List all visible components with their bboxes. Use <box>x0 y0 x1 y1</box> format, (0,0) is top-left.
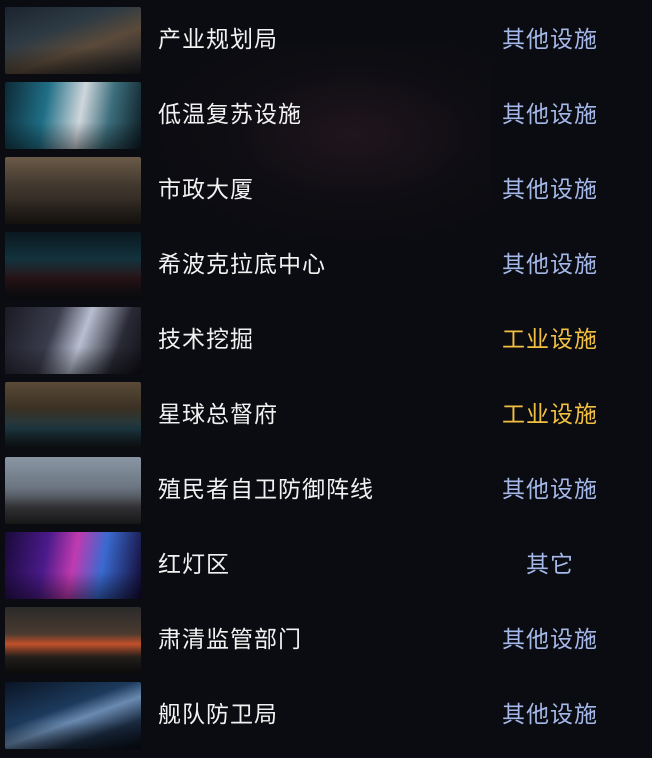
building-name: 舰队防卫局 <box>158 702 278 728</box>
list-item[interactable]: 产业规划局 其他设施 <box>0 3 652 78</box>
building-thumbnail <box>5 307 141 374</box>
building-category: 工业设施 <box>502 402 598 428</box>
building-thumbnail <box>5 82 141 149</box>
building-thumbnail <box>5 157 141 224</box>
building-name: 产业规划局 <box>158 27 278 53</box>
building-list: 产业规划局 其他设施 低温复苏设施 其他设施 市政大厦 其他设施 希波克拉底中心… <box>0 0 652 758</box>
building-name: 低温复苏设施 <box>158 102 302 128</box>
building-name: 技术挖掘 <box>158 327 254 353</box>
building-thumbnail <box>5 7 141 74</box>
list-item[interactable]: 红灯区 其它 <box>0 528 652 603</box>
building-category: 其他设施 <box>502 702 598 728</box>
list-item[interactable]: 肃清监管部门 其他设施 <box>0 603 652 678</box>
list-item[interactable]: 技术挖掘 工业设施 <box>0 303 652 378</box>
building-category: 其他设施 <box>502 102 598 128</box>
list-item[interactable]: 舰队防卫局 其他设施 <box>0 678 652 753</box>
building-thumbnail <box>5 682 141 749</box>
building-name: 希波克拉底中心 <box>158 252 326 278</box>
building-thumbnail <box>5 532 141 599</box>
building-thumbnail <box>5 232 141 299</box>
building-thumbnail <box>5 382 141 449</box>
building-category: 其他设施 <box>502 477 598 503</box>
building-name: 殖民者自卫防御阵线 <box>158 477 374 503</box>
building-category: 工业设施 <box>502 327 598 353</box>
building-name: 星球总督府 <box>158 402 278 428</box>
building-category: 其他设施 <box>502 627 598 653</box>
building-category: 其他设施 <box>502 252 598 278</box>
list-item[interactable]: 市政大厦 其他设施 <box>0 153 652 228</box>
list-item[interactable]: 低温复苏设施 其他设施 <box>0 78 652 153</box>
list-item[interactable]: 殖民者自卫防御阵线 其他设施 <box>0 453 652 528</box>
building-thumbnail <box>5 457 141 524</box>
building-name: 肃清监管部门 <box>158 627 302 653</box>
list-item[interactable]: 星球总督府 工业设施 <box>0 378 652 453</box>
list-item[interactable]: 希波克拉底中心 其他设施 <box>0 228 652 303</box>
building-thumbnail <box>5 607 141 674</box>
building-category: 其他设施 <box>502 27 598 53</box>
building-category: 其他设施 <box>502 177 598 203</box>
building-category: 其它 <box>526 552 574 578</box>
building-name: 红灯区 <box>158 552 230 578</box>
building-name: 市政大厦 <box>158 177 254 203</box>
